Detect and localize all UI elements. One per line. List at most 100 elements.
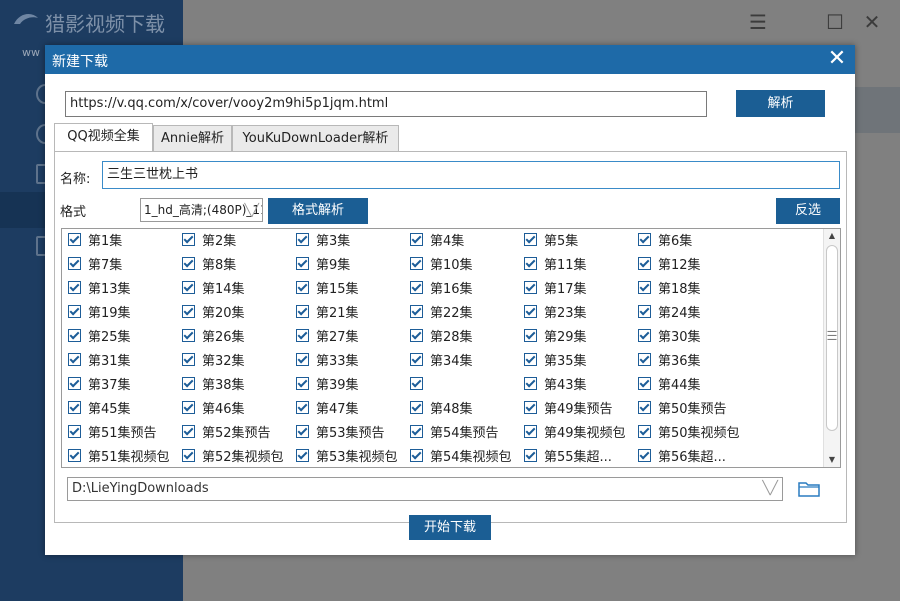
- episode-item[interactable]: 第14集: [182, 280, 294, 300]
- name-field[interactable]: 三生三世枕上书: [102, 161, 840, 189]
- episode-item[interactable]: 第20集: [182, 304, 294, 324]
- checkbox-icon[interactable]: [638, 257, 651, 270]
- episode-item[interactable]: 第32集: [182, 352, 294, 372]
- episode-item[interactable]: [410, 376, 522, 396]
- episode-item[interactable]: 第47集: [296, 400, 408, 420]
- episode-item[interactable]: 第49集预告: [524, 400, 636, 420]
- episode-item[interactable]: 第52集视频包: [182, 448, 294, 467]
- parse-button[interactable]: 解析: [736, 90, 825, 117]
- checkbox-icon[interactable]: [182, 401, 195, 414]
- episode-item[interactable]: 第31集: [68, 352, 180, 372]
- episode-item[interactable]: 第46集: [182, 400, 294, 420]
- episode-item[interactable]: 第9集: [296, 256, 408, 276]
- checkbox-icon[interactable]: [296, 281, 309, 294]
- checkbox-icon[interactable]: [638, 377, 651, 390]
- checkbox-icon[interactable]: [182, 305, 195, 318]
- checkbox-icon[interactable]: [638, 329, 651, 342]
- checkbox-icon[interactable]: [296, 425, 309, 438]
- episode-item[interactable]: 第34集: [410, 352, 522, 372]
- episode-item[interactable]: 第50集视频包: [638, 424, 750, 444]
- checkbox-icon[interactable]: [296, 377, 309, 390]
- checkbox-icon[interactable]: [296, 329, 309, 342]
- checkbox-icon[interactable]: [68, 281, 81, 294]
- checkbox-icon[interactable]: [524, 329, 537, 342]
- checkbox-icon[interactable]: [638, 233, 651, 246]
- episode-item[interactable]: 第25集: [68, 328, 180, 348]
- checkbox-icon[interactable]: [182, 233, 195, 246]
- episode-item[interactable]: 第54集视频包: [410, 448, 522, 467]
- checkbox-icon[interactable]: [182, 353, 195, 366]
- episode-item[interactable]: 第19集: [68, 304, 180, 324]
- checkbox-icon[interactable]: [638, 305, 651, 318]
- episode-item[interactable]: 第53集预告: [296, 424, 408, 444]
- checkbox-icon[interactable]: [296, 305, 309, 318]
- episode-item[interactable]: 第44集: [638, 376, 750, 396]
- tab-qq-full[interactable]: QQ视频全集: [54, 123, 153, 151]
- checkbox-icon[interactable]: [524, 257, 537, 270]
- episode-item[interactable]: 第12集: [638, 256, 750, 276]
- episode-item[interactable]: 第50集预告: [638, 400, 750, 420]
- episode-item[interactable]: 第35集: [524, 352, 636, 372]
- checkbox-icon[interactable]: [182, 281, 195, 294]
- checkbox-icon[interactable]: [638, 401, 651, 414]
- checkbox-icon[interactable]: [68, 257, 81, 270]
- episode-item[interactable]: 第48集: [410, 400, 522, 420]
- episode-item[interactable]: 第15集: [296, 280, 408, 300]
- checkbox-icon[interactable]: [524, 233, 537, 246]
- checkbox-icon[interactable]: [410, 401, 423, 414]
- checkbox-icon[interactable]: [638, 425, 651, 438]
- episode-item[interactable]: 第16集: [410, 280, 522, 300]
- episode-item[interactable]: 第7集: [68, 256, 180, 276]
- episode-item[interactable]: 第36集: [638, 352, 750, 372]
- format-parse-button[interactable]: 格式解析: [268, 198, 368, 224]
- folder-icon[interactable]: [798, 481, 820, 497]
- format-select[interactable]: 1_hd_高清;(480P)_114 ╲╱: [140, 198, 263, 222]
- checkbox-icon[interactable]: [68, 377, 81, 390]
- episode-item[interactable]: 第23集: [524, 304, 636, 324]
- episode-item[interactable]: 第37集: [68, 376, 180, 396]
- checkbox-icon[interactable]: [182, 329, 195, 342]
- episode-item[interactable]: 第13集: [68, 280, 180, 300]
- episode-item[interactable]: 第51集视频包: [68, 448, 180, 467]
- episode-item[interactable]: 第26集: [182, 328, 294, 348]
- episode-item[interactable]: 第2集: [182, 232, 294, 252]
- episode-item[interactable]: 第53集视频包: [296, 448, 408, 467]
- episode-item[interactable]: 第10集: [410, 256, 522, 276]
- checkbox-icon[interactable]: [296, 233, 309, 246]
- episode-item[interactable]: 第21集: [296, 304, 408, 324]
- episode-item[interactable]: 第6集: [638, 232, 750, 252]
- episode-item[interactable]: 第49集视频包: [524, 424, 636, 444]
- checkbox-icon[interactable]: [410, 353, 423, 366]
- checkbox-icon[interactable]: [182, 257, 195, 270]
- checkbox-icon[interactable]: [410, 449, 423, 462]
- checkbox-icon[interactable]: [524, 401, 537, 414]
- episode-item[interactable]: 第24集: [638, 304, 750, 324]
- checkbox-icon[interactable]: [524, 353, 537, 366]
- checkbox-icon[interactable]: [410, 305, 423, 318]
- episode-item[interactable]: 第28集: [410, 328, 522, 348]
- menu-icon[interactable]: ☰: [747, 11, 769, 33]
- checkbox-icon[interactable]: [410, 257, 423, 270]
- invert-selection-button[interactable]: 反选: [776, 198, 840, 224]
- episode-item[interactable]: 第22集: [410, 304, 522, 324]
- episode-item[interactable]: 第30集: [638, 328, 750, 348]
- checkbox-icon[interactable]: [524, 377, 537, 390]
- episode-item[interactable]: 第11集: [524, 256, 636, 276]
- checkbox-icon[interactable]: [638, 449, 651, 462]
- episode-item[interactable]: 第18集: [638, 280, 750, 300]
- checkbox-icon[interactable]: [68, 233, 81, 246]
- episode-item[interactable]: 第4集: [410, 232, 522, 252]
- start-download-button[interactable]: 开始下载: [409, 515, 491, 540]
- checkbox-icon[interactable]: [524, 425, 537, 438]
- checkbox-icon[interactable]: [410, 377, 423, 390]
- episode-item[interactable]: 第8集: [182, 256, 294, 276]
- save-path-select[interactable]: D:\LieYingDownloads ╲╱: [67, 477, 783, 501]
- checkbox-icon[interactable]: [410, 281, 423, 294]
- checkbox-icon[interactable]: [524, 305, 537, 318]
- checkbox-icon[interactable]: [68, 329, 81, 342]
- episode-item[interactable]: 第38集: [182, 376, 294, 396]
- checkbox-icon[interactable]: [410, 233, 423, 246]
- checkbox-icon[interactable]: [68, 305, 81, 318]
- scroll-down-icon[interactable]: ▼: [824, 453, 840, 467]
- episode-item[interactable]: 第45集: [68, 400, 180, 420]
